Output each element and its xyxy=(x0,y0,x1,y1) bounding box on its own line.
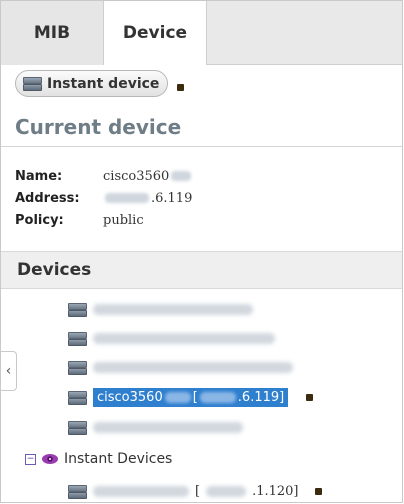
tree-item-selected[interactable]: cisco3560 [ .6.119] xyxy=(67,386,314,408)
current-device-title: Current device xyxy=(15,115,182,139)
instant-device-label: Instant device xyxy=(47,75,160,92)
minus-box-icon[interactable]: − xyxy=(25,453,36,465)
address-text: .6.119 xyxy=(151,190,193,206)
property-policy-value: public xyxy=(103,212,144,228)
server-icon xyxy=(67,302,87,317)
redacted-device-label xyxy=(93,303,253,315)
server-icon xyxy=(67,360,87,375)
instant-address-open: [ xyxy=(195,483,201,499)
device-name-text: cisco3560 xyxy=(103,168,170,184)
property-name-value: cisco3560 xyxy=(103,169,193,184)
annotation-marker xyxy=(314,487,322,495)
instant-devices-group[interactable]: − Instant Devices xyxy=(25,448,172,470)
redacted-device-label xyxy=(93,485,189,497)
redacted-text xyxy=(171,171,192,181)
tree-item[interactable] xyxy=(67,356,293,378)
selected-device-label: cisco3560 [ .6.119] xyxy=(93,387,289,407)
eye-icon xyxy=(42,454,58,464)
server-icon xyxy=(22,76,42,91)
redacted-text xyxy=(206,485,247,497)
property-address-value: .6.119 xyxy=(103,191,192,206)
current-device-properties: Name: cisco3560 Address: .6.119 Policy: … xyxy=(15,165,315,231)
redacted-device-label xyxy=(93,421,243,433)
devices-title: Devices xyxy=(17,260,92,280)
annotation-marker xyxy=(177,84,184,91)
collapse-handle[interactable]: ‹ xyxy=(1,351,17,391)
redacted-text xyxy=(199,391,236,403)
tree-item[interactable] xyxy=(67,298,253,320)
tab-mib[interactable]: MIB xyxy=(1,1,104,65)
redacted-device-label xyxy=(93,361,293,373)
device-panel: MIB Device Instant device Current device… xyxy=(0,0,403,503)
tab-bar: MIB Device xyxy=(1,1,402,66)
tab-device[interactable]: Device xyxy=(104,1,207,66)
property-name-label: Name: xyxy=(15,168,63,184)
devices-header: Devices xyxy=(1,251,402,289)
property-address-row: Address: .6.119 xyxy=(15,187,315,209)
annotation-marker xyxy=(306,393,314,401)
divider xyxy=(1,146,402,147)
property-policy-row: Policy: public xyxy=(15,209,315,231)
selected-device-address: .6.119] xyxy=(237,389,285,405)
server-icon xyxy=(67,420,87,435)
redacted-device-label xyxy=(93,332,275,344)
selected-address-open: [ xyxy=(192,389,198,405)
tree-item[interactable] xyxy=(67,327,275,349)
property-address-label: Address: xyxy=(15,190,80,206)
server-icon xyxy=(67,484,87,499)
property-policy-label: Policy: xyxy=(15,212,64,228)
redacted-text xyxy=(164,391,191,403)
server-icon xyxy=(67,390,87,405)
redacted-text xyxy=(105,193,149,203)
instant-device-button[interactable]: Instant device xyxy=(15,70,169,97)
tree-item[interactable] xyxy=(67,416,243,438)
instant-devices-label: Instant Devices xyxy=(64,451,173,467)
toolbar: Instant device xyxy=(1,65,402,103)
instant-device-address: .1.120] xyxy=(252,483,299,499)
selected-device-name: cisco3560 xyxy=(97,389,163,405)
server-icon xyxy=(67,331,87,346)
property-name-row: Name: cisco3560 xyxy=(15,165,315,187)
chevron-left-icon: ‹ xyxy=(5,363,12,379)
tree-item[interactable]: [ .1.120] xyxy=(67,480,322,502)
